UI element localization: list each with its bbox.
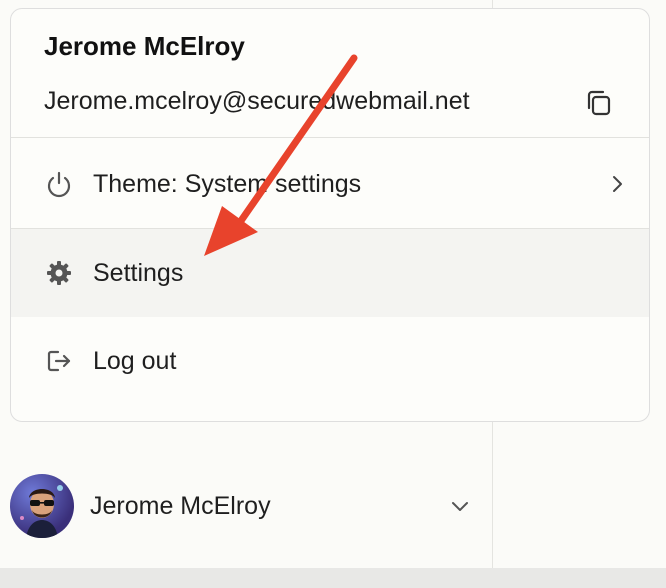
power-icon	[43, 168, 75, 200]
copy-email-button[interactable]	[581, 85, 617, 121]
menu-item-logout[interactable]: Log out	[11, 317, 649, 405]
account-name: Jerome McElroy	[90, 491, 271, 520]
user-name: Jerome McElroy	[44, 31, 245, 61]
bottom-bar	[0, 568, 666, 588]
chevron-right-icon	[605, 172, 629, 196]
menu-separator	[11, 137, 649, 138]
menu-item-label: Theme: System settings	[93, 169, 362, 198]
menu-item-settings[interactable]: Settings	[11, 229, 649, 317]
menu-header: Jerome McElroy Jerome.mcelroy@securedweb…	[11, 9, 649, 137]
account-menu: Jerome McElroy Jerome.mcelroy@securedweb…	[10, 8, 650, 422]
account-switcher[interactable]: Jerome McElroy	[8, 470, 484, 542]
chevron-down-icon	[448, 494, 472, 518]
menu-item-label: Settings	[93, 258, 184, 287]
user-email: Jerome.mcelroy@securedwebmail.net	[44, 87, 470, 115]
gear-icon	[43, 257, 75, 289]
menu-item-theme[interactable]: Theme: System settings	[11, 140, 649, 228]
copy-icon	[587, 90, 611, 116]
menu-item-label: Log out	[93, 346, 177, 375]
avatar	[10, 474, 74, 538]
logout-icon	[43, 345, 75, 377]
